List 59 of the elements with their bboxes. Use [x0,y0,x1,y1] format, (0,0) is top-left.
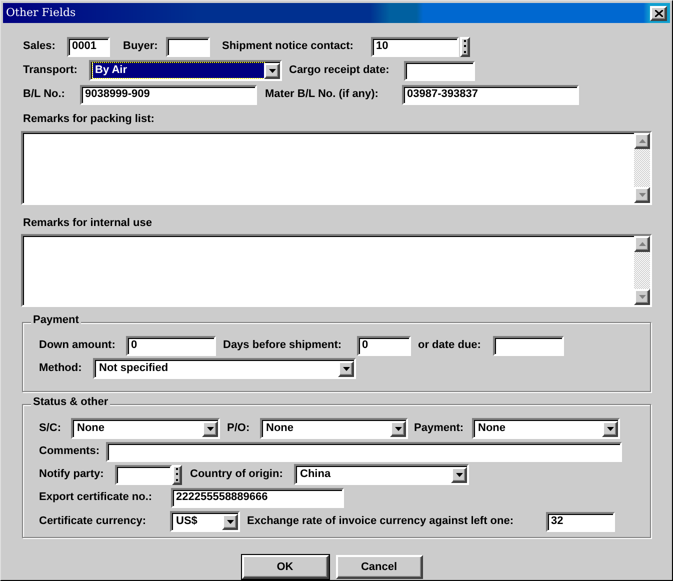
text-field[interactable] [166,36,210,56]
field-label: Mater B/L No. (if any): [265,87,380,102]
field-label: Sales: [23,39,56,54]
field-label: Down amount: [39,338,116,354]
text-field[interactable] [404,60,475,80]
field-label: Remarks for packing list: [23,112,156,127]
group-title: Status & other [31,397,110,408]
dialog-button[interactable]: OK [242,555,328,579]
scrollbar[interactable] [634,236,650,305]
text-field[interactable]: 9038999-909 [80,84,257,104]
field-label: Comments: [39,444,101,460]
scroll-up-icon[interactable] [634,236,650,252]
text-field[interactable] [493,336,564,356]
field-label: Cargo receipt date: [289,63,390,78]
field-label: or date due: [418,338,482,354]
group-title: Payment [31,315,81,326]
scroll-down-icon[interactable] [634,289,650,305]
text-field[interactable]: 0001 [67,36,110,56]
dropdown[interactable]: China [294,464,469,485]
dropdown[interactable]: None [260,418,408,439]
field-label: Method: [39,361,83,376]
text-field[interactable]: 03987-393837 [402,84,579,104]
close-icon[interactable] [654,10,662,16]
scroll-up-icon[interactable] [634,132,650,148]
dialog-button[interactable]: Cancel [336,555,422,579]
dropdown[interactable]: None [472,418,620,439]
text-field[interactable]: 32 [546,512,615,532]
field-label: B/L No.: [23,87,66,102]
field-label: S/C: [39,421,62,436]
field-label: Shipment notice contact: [222,39,354,54]
text-field[interactable] [115,464,172,484]
field-label: Export certificate no.: [39,490,154,506]
field-label: Payment: [414,421,465,436]
field-label: Days before shipment: [223,338,343,354]
text-field[interactable]: 10 [371,36,459,56]
field-label: Remarks for internal use [23,216,153,230]
spin-buttons-icon[interactable] [460,36,470,56]
field-label: Transport: [23,63,78,78]
text-area[interactable] [21,130,652,204]
scroll-down-icon[interactable] [634,186,650,202]
close-button[interactable] [650,6,667,20]
text-area[interactable] [21,234,652,307]
dropdown[interactable]: US$ [170,511,240,532]
scrollbar[interactable] [634,132,650,202]
text-field[interactable]: 0 [357,336,411,356]
dropdown[interactable]: Not specified [93,358,356,379]
spin-buttons-icon[interactable] [172,464,182,484]
text-field[interactable] [106,442,622,462]
window-title: Other Fields [6,4,76,21]
field-label: Country of origin: [190,467,284,482]
field-label: Exchange rate of invoice currency against left one: [247,514,515,530]
field-label: Certificate currency: [39,514,147,530]
text-field[interactable]: 222255558889666 [171,488,344,508]
dropdown[interactable]: None [71,418,220,439]
field-label: Buyer: [123,39,159,54]
field-label: Notify party: [39,467,105,482]
text-field[interactable]: 0 [126,336,216,356]
dropdown[interactable]: By Air [89,60,282,81]
field-label: P/O: [227,421,251,436]
